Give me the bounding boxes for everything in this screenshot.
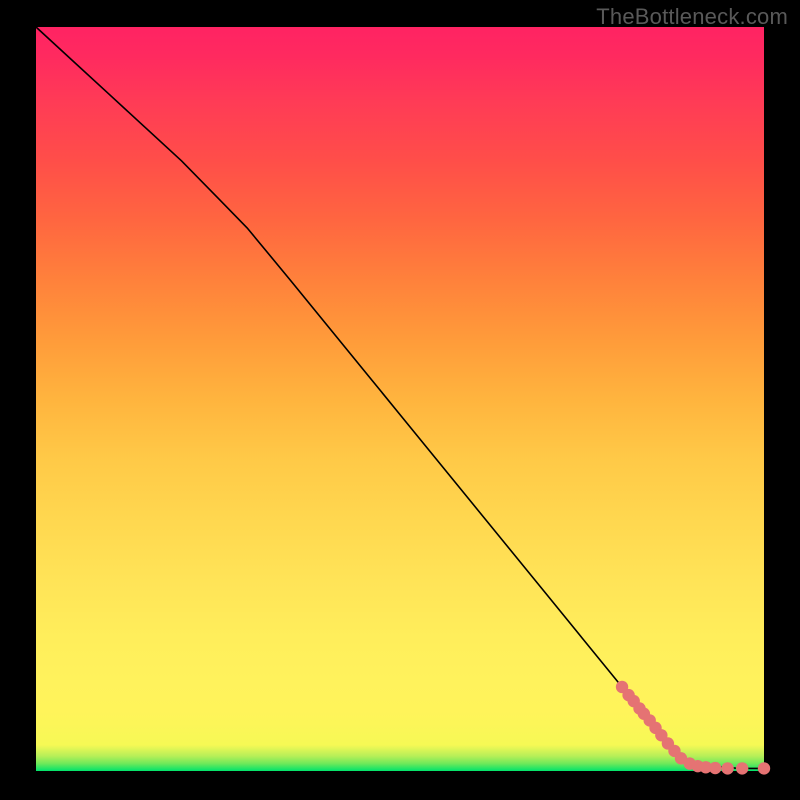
scatter-dot bbox=[736, 762, 748, 774]
chart-frame: TheBottleneck.com bbox=[0, 0, 800, 800]
watermark-text: TheBottleneck.com bbox=[596, 4, 788, 30]
scatter-dot bbox=[758, 762, 770, 774]
chart-overlay bbox=[36, 27, 764, 771]
curve-line bbox=[36, 27, 764, 768]
curve-path bbox=[36, 27, 764, 768]
scatter-dot bbox=[721, 762, 733, 774]
scatter-dots bbox=[616, 681, 770, 775]
plot-area bbox=[36, 27, 764, 771]
scatter-dot bbox=[709, 762, 721, 774]
